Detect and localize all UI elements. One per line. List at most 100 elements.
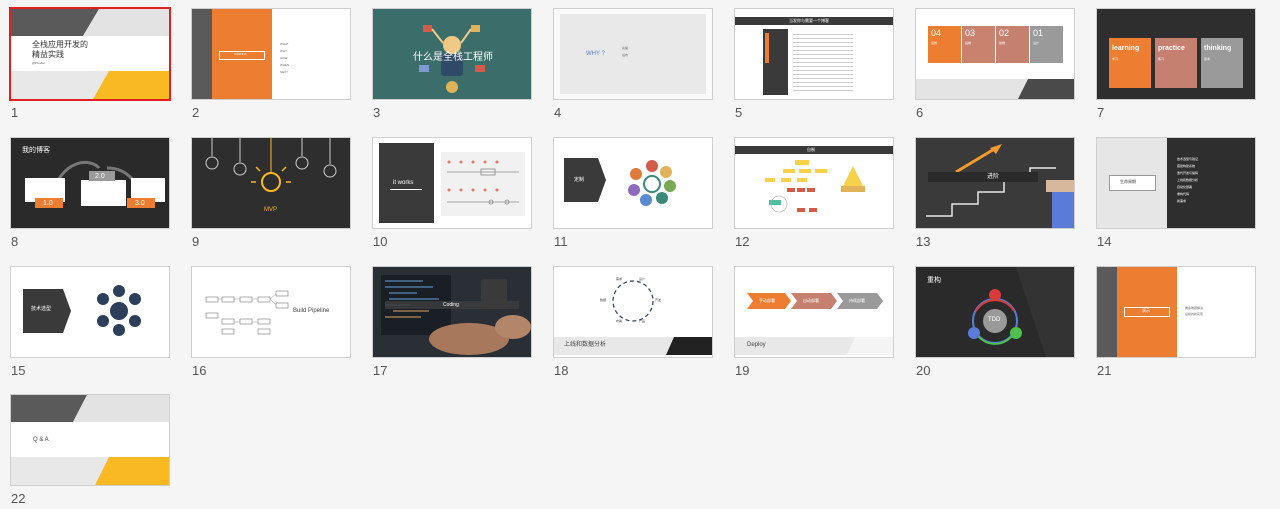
slide-12-flowchart — [765, 160, 865, 213]
slide-3-title: 什么是全栈工程师 — [413, 52, 493, 63]
arrow-label: 手动部署 — [759, 298, 775, 303]
slide-number: 16 — [192, 363, 207, 378]
cycle-label: 开发 — [655, 298, 662, 302]
cycle-label: 产品 — [639, 319, 646, 323]
cycle-label: 设计 — [639, 277, 646, 281]
slide-5-header: 当发你与需要一个博客 — [789, 18, 829, 23]
box-sub: 思考 — [1204, 57, 1211, 61]
slide-7-preview[interactable]: learning practice thinking 学习 练习 思考 — [1096, 8, 1256, 100]
slide-9-preview[interactable]: MVP — [191, 137, 351, 229]
slide-21-preview[interactable]: 演示 剩余难题解决 后续的新实现 — [1096, 266, 1256, 358]
slide-15-diagram — [23, 285, 141, 336]
bullet: 自动化部署 — [1177, 185, 1193, 189]
slide-number: 14 — [1097, 234, 1112, 249]
slide-19-band-label: Deploy — [747, 342, 766, 348]
slide-6-preview[interactable]: 04 03 02 01 运维 后端 前端 设计 — [915, 8, 1075, 100]
slide-13-label: 进阶 — [987, 174, 1000, 180]
box-sub: 练习 — [1158, 57, 1165, 61]
slide-number: 5 — [735, 105, 743, 120]
slide-6-bottom-band — [916, 79, 1074, 99]
bullet: 先播 — [622, 46, 629, 50]
slide-22-preview[interactable]: Q & A — [10, 394, 170, 486]
slide-4-why-label: WHY ? — [586, 51, 605, 57]
slide-number: 1 — [11, 105, 19, 120]
slide-number: 4 — [554, 105, 562, 120]
slide-12-preview[interactable]: 自制 — [734, 137, 894, 229]
slide-number: 12 — [735, 234, 750, 249]
slide-16-preview[interactable]: Build Pipeline — [191, 266, 351, 358]
slide-5-accent — [765, 33, 769, 63]
bullet: 搭建构建系统 — [1177, 164, 1196, 168]
slide-14-preview[interactable]: 生命周期 技术选型与验证 搭建构建系统 迭代开发与编码 上线和数据分析 自动化部… — [1096, 137, 1256, 229]
slide-1-preview[interactable]: 全栈应用开发的 精益实践 @Phodal — [9, 7, 171, 101]
slide-3-preview[interactable]: 什么是全栈工程师 — [372, 8, 532, 100]
workflow-icons — [441, 152, 525, 216]
slide-18-preview[interactable]: 需求 数据 设计 产品 开发 布署 上线和数据分析 — [553, 266, 713, 358]
slide-1-title-line2: 精益实践 — [32, 50, 64, 59]
slide-17-label: Coding — [443, 302, 459, 308]
tdd-cycle-diagram — [968, 267, 1074, 357]
slide-number: 8 — [11, 234, 19, 249]
slide-13-preview[interactable]: 进阶 — [915, 137, 1075, 229]
slide-number: 10 — [373, 234, 388, 249]
bullet: 技术选型与验证 — [1177, 157, 1199, 161]
slide-14-dark-panel — [1167, 138, 1255, 228]
slide-number: 7 — [1097, 105, 1105, 120]
slide-10-preview[interactable]: it works — [372, 137, 532, 229]
slide-20-preview[interactable]: 重构 TDD — [915, 266, 1075, 358]
slide-19-preview[interactable]: 手动部署 自动部署 持续部署 Deploy — [734, 266, 894, 358]
bullet: 后续的新实现 — [1185, 312, 1204, 316]
bullet: NEXT — [280, 70, 289, 74]
slide-number: 9 — [192, 234, 200, 249]
slide-4-panel — [560, 14, 706, 94]
box-title: practice — [1158, 45, 1185, 52]
box-title: learning — [1112, 45, 1140, 52]
slide-5-text-lines — [793, 31, 853, 91]
slide-number: 6 — [916, 105, 924, 120]
slide-15-preview[interactable]: 技术选型 — [10, 266, 170, 358]
slide-number: 2 — [192, 105, 200, 120]
slide-13-band — [928, 172, 1038, 182]
slide-number: 18 — [554, 363, 569, 378]
version-label: 2.0 — [95, 173, 105, 180]
slide-11-label: 定制 — [574, 177, 585, 183]
bullet: WHEN — [280, 63, 290, 67]
cycle-label: 布署 — [616, 319, 623, 323]
cycle-label: 需求 — [616, 277, 623, 281]
slide-15-label: 技术选型 — [31, 306, 52, 312]
slide-1-author: @Phodal — [32, 61, 45, 65]
version-label: 1.0 — [43, 200, 53, 207]
slide-9-label: MVP — [264, 207, 278, 213]
arrow-label: 持续部署 — [849, 298, 865, 303]
bullet: 迭代开发与编码 — [1177, 171, 1199, 175]
slide-18-band-label: 上线和数据分析 — [564, 342, 607, 348]
slide-21-dark-band — [1097, 267, 1117, 357]
slide-8-preview[interactable]: 我的博客 1.0 2.0 3.0 — [10, 137, 170, 229]
slide-number: 11 — [554, 234, 568, 249]
stairs-icon — [926, 144, 1074, 228]
slide-number: 22 — [11, 491, 26, 506]
box-sub: 学习 — [1112, 57, 1119, 61]
box-title: thinking — [1204, 45, 1232, 52]
slide-number: 17 — [373, 363, 388, 378]
slide-2-preview[interactable]: AGENDA WHAT WHY HOW WHEN NEXT — [191, 8, 351, 100]
lightbulb-icon — [205, 138, 337, 192]
slide-22-label: Q & A — [33, 437, 49, 443]
version-label: 3.0 — [135, 200, 145, 207]
slide-4-preview[interactable]: WHY ? 先播 后布 — [553, 8, 713, 100]
bullet: 重构代码 — [1177, 192, 1190, 196]
slide-5-preview[interactable]: 当发你与需要一个博客 — [734, 8, 894, 100]
slide-17-preview[interactable]: Coding — [372, 266, 532, 358]
slide-11-preview[interactable]: 定制 — [553, 137, 713, 229]
slide-14-label: 生命周期 — [1120, 179, 1136, 184]
slide-number: 21 — [1097, 363, 1112, 378]
bullet: HOW — [280, 56, 288, 60]
slide-1-title-line1: 全栈应用开发的 — [32, 40, 88, 49]
slide-11-diagram — [564, 158, 676, 206]
slide-8-timeline — [25, 161, 165, 206]
slide-20-center: TDD — [988, 317, 1001, 323]
bullet: WHAT — [280, 42, 289, 46]
slide-number: 15 — [11, 363, 26, 378]
bullet: WHY — [280, 49, 287, 53]
bullet: 剩余难题解决 — [1185, 306, 1204, 310]
